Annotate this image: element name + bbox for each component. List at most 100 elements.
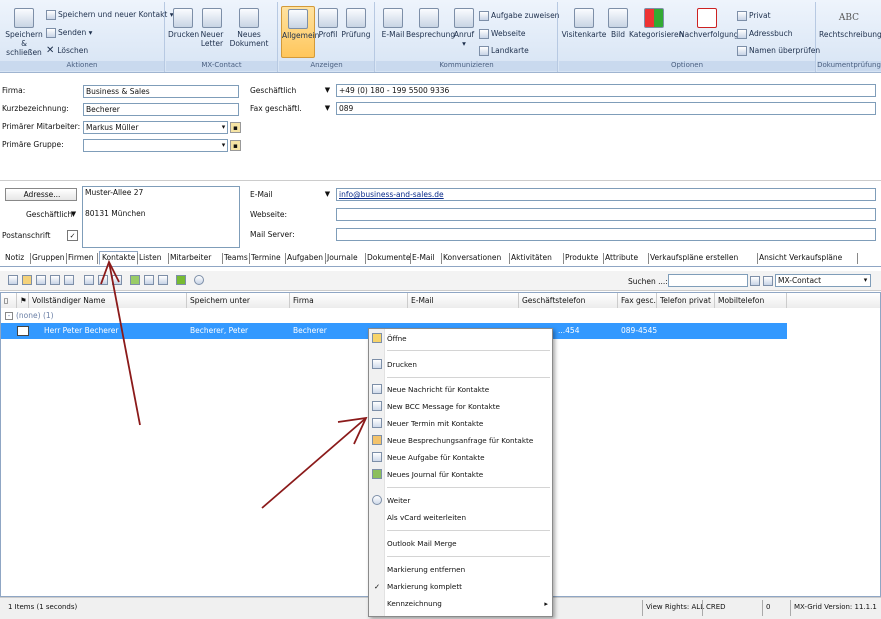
column-header-mobile[interactable]: Mobiltelefon bbox=[715, 293, 787, 308]
gruppe-lookup-icon[interactable]: ▪ bbox=[230, 140, 241, 151]
grid-icon[interactable] bbox=[144, 275, 154, 285]
group-icon[interactable] bbox=[36, 275, 46, 285]
call-button[interactable]: Anruf ▾ bbox=[452, 8, 476, 48]
chart-icon[interactable] bbox=[130, 275, 140, 285]
column-header-home-phone[interactable]: Telefon privat bbox=[657, 293, 715, 308]
tab-aufgaben[interactable]: Aufgaben bbox=[287, 253, 323, 262]
menu-item-mail-merge[interactable]: Outlook Mail Merge bbox=[369, 536, 552, 551]
tab-journale[interactable]: Journale bbox=[327, 253, 358, 262]
tab-kontakte[interactable]: Kontakte bbox=[99, 251, 139, 265]
new-letter-button[interactable]: Neuer Letter bbox=[200, 8, 224, 48]
categorize-button[interactable]: Kategorisieren bbox=[629, 8, 683, 39]
profile-button[interactable]: Profil bbox=[317, 8, 339, 39]
search-scope-select[interactable]: MX-Contact bbox=[775, 274, 871, 287]
fax-type-dropdown-icon[interactable]: ▼ bbox=[322, 103, 333, 114]
send-button[interactable]: Senden ▾ bbox=[46, 28, 92, 38]
business-card-button[interactable]: Visitenkarte bbox=[561, 8, 607, 39]
delete-button[interactable]: ✕ Löschen bbox=[46, 45, 88, 56]
phone-type-dropdown-icon[interactable]: ▼ bbox=[322, 85, 333, 96]
menu-item-remove-flag[interactable]: Markierung entfernen bbox=[369, 562, 552, 577]
group-row[interactable]: - (none) (1) bbox=[1, 309, 880, 323]
tab-ansicht-verkaufspläne[interactable]: Ansicht Verkaufspläne bbox=[759, 253, 842, 262]
address-box[interactable] bbox=[82, 186, 240, 248]
tab-mitarbeiter[interactable]: Mitarbeiter bbox=[170, 253, 211, 262]
column-header-fax[interactable]: Fax gesc... bbox=[618, 293, 657, 308]
tab-e-mail[interactable]: E-Mail bbox=[412, 253, 435, 262]
column-header-save-as[interactable]: Speichern unter bbox=[187, 293, 290, 308]
postal-checkbox[interactable]: ✓ bbox=[67, 230, 78, 241]
picture-button[interactable]: Bild bbox=[607, 8, 629, 39]
cell-company[interactable]: Becherer bbox=[290, 323, 368, 339]
review-button[interactable]: Prüfung bbox=[341, 8, 371, 39]
address-type-dropdown-icon[interactable]: ▼ bbox=[68, 209, 79, 220]
collapse-icon[interactable]: - bbox=[5, 312, 13, 320]
menu-item-flag-complete[interactable]: ✓ Markierung komplett bbox=[369, 579, 552, 594]
cell-name[interactable]: Herr Peter Becherer bbox=[41, 323, 187, 339]
filter-icon[interactable] bbox=[98, 275, 108, 285]
column-header-company[interactable]: Firma bbox=[290, 293, 408, 308]
tab-konversationen[interactable]: Konversationen bbox=[443, 253, 501, 262]
group-remove-icon[interactable] bbox=[50, 275, 60, 285]
mail-server-field[interactable] bbox=[336, 228, 876, 241]
search-scope-dropdown-icon[interactable]: ▾ bbox=[860, 275, 871, 286]
menu-item-open[interactable]: Öffne bbox=[369, 331, 552, 346]
save-new-button[interactable]: Speichern und neuer Kontakt ▾ bbox=[46, 10, 174, 20]
tab-attribute[interactable]: Attribute bbox=[605, 253, 638, 262]
address-button[interactable]: Adresse... bbox=[5, 188, 77, 201]
search-input[interactable] bbox=[668, 274, 748, 287]
check-names-button[interactable]: Namen überprüfen bbox=[737, 46, 820, 56]
cell-fax[interactable]: 089-4545... bbox=[618, 323, 657, 339]
menu-item-new-meeting[interactable]: Neue Besprechungsanfrage für Kontakte bbox=[369, 433, 552, 448]
address-book-button[interactable]: Adressbuch bbox=[737, 29, 793, 39]
tab-produkte[interactable]: Produkte bbox=[565, 253, 598, 262]
cell-save-as[interactable]: Becherer, Peter bbox=[187, 323, 290, 339]
search-icon[interactable] bbox=[194, 275, 204, 285]
general-button[interactable]: Allgemein bbox=[281, 6, 319, 58]
menu-item-new-journal[interactable]: Neues Journal für Kontakte bbox=[369, 467, 552, 482]
mitarbeiter-lookup-icon[interactable]: ▪ bbox=[230, 122, 241, 133]
tab-verkaufspläne-erstellen[interactable]: Verkaufspläne erstellen bbox=[650, 253, 738, 262]
report-icon[interactable] bbox=[158, 275, 168, 285]
columns-icon[interactable] bbox=[84, 275, 94, 285]
table-icon[interactable] bbox=[64, 275, 74, 285]
tab-aktivitäten[interactable]: Aktivitäten bbox=[511, 253, 552, 262]
column-header-icon[interactable]: ▯ bbox=[1, 293, 17, 308]
web-field[interactable] bbox=[336, 208, 876, 221]
menu-item-new-task[interactable]: Neue Aufgabe für Kontakte bbox=[369, 450, 552, 465]
kurz-field[interactable]: Becherer bbox=[83, 103, 239, 116]
gruppe-select[interactable] bbox=[83, 139, 228, 152]
tab-dokumente[interactable]: Dokumente bbox=[367, 253, 410, 262]
firma-field[interactable]: Business & Sales bbox=[83, 85, 239, 98]
new-document-button[interactable]: Neues Dokument bbox=[226, 8, 272, 48]
email-field[interactable]: info@business-and-sales.de bbox=[336, 188, 876, 201]
menu-item-mark[interactable]: Kennzeichnung ▸ bbox=[369, 596, 552, 611]
menu-item-new-bcc[interactable]: New BCC Message for Kontakte bbox=[369, 399, 552, 414]
follow-up-button[interactable]: Nachverfolgung bbox=[679, 8, 739, 39]
tab-gruppen[interactable]: Gruppen bbox=[32, 253, 65, 262]
new-item-icon[interactable] bbox=[8, 275, 18, 285]
menu-item-new-message[interactable]: Neue Nachricht für Kontakte bbox=[369, 382, 552, 397]
column-header-phone[interactable]: Geschäftstelefon bbox=[519, 293, 618, 308]
export-icon[interactable] bbox=[112, 275, 122, 285]
column-header-flag[interactable]: ⚑ bbox=[17, 293, 29, 308]
map-button[interactable]: Landkarte bbox=[479, 46, 529, 56]
tab-listen[interactable]: Listen bbox=[139, 253, 161, 262]
spelling-button[interactable]: ABC Rechtschreibung bbox=[819, 8, 881, 39]
private-button[interactable]: Privat bbox=[737, 11, 771, 21]
gruppe-dropdown-icon[interactable]: ▾ bbox=[218, 140, 229, 151]
print-button[interactable]: Drucken bbox=[168, 8, 199, 39]
tab-teams[interactable]: Teams bbox=[224, 253, 248, 262]
search-go-icon[interactable] bbox=[750, 276, 760, 286]
menu-item-vcard[interactable]: Als vCard weiterleiten bbox=[369, 510, 552, 525]
mitarbeiter-select[interactable]: Markus Müller bbox=[83, 121, 228, 134]
refresh-icon[interactable] bbox=[176, 275, 186, 285]
phone-field[interactable]: +49 (0) 180 - 199 5500 9336 bbox=[336, 84, 876, 97]
menu-item-print[interactable]: Drucken bbox=[369, 357, 552, 372]
menu-item-new-appointment[interactable]: Neuer Termin mit Kontakte bbox=[369, 416, 552, 431]
mitarbeiter-dropdown-icon[interactable]: ▾ bbox=[218, 122, 229, 133]
email-button[interactable]: E-Mail bbox=[380, 8, 406, 39]
column-header-email[interactable]: E-Mail bbox=[408, 293, 519, 308]
open-folder-icon[interactable] bbox=[22, 275, 32, 285]
meeting-button[interactable]: Besprechung bbox=[406, 8, 455, 39]
fax-field[interactable]: 089 bbox=[336, 102, 876, 115]
